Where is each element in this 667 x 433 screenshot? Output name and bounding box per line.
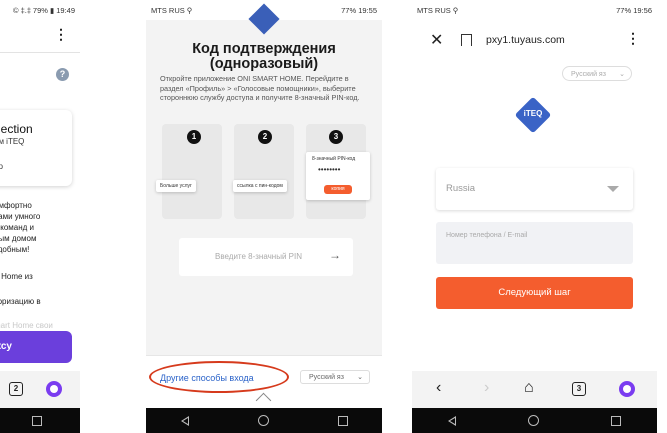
alice-assistant-icon[interactable] xyxy=(46,381,62,397)
card-title: nection xyxy=(0,122,33,136)
language-select[interactable]: Русский яз ⌄ xyxy=(562,66,632,81)
system-nav-bar xyxy=(412,408,657,433)
body-line-auth: торизацию в xyxy=(0,297,41,306)
connection-card: nection ом iTEQ ер xyxy=(0,110,72,186)
back-icon[interactable] xyxy=(448,415,456,426)
bookmark-icon[interactable] xyxy=(461,34,472,46)
step-number: 3 xyxy=(329,130,343,144)
instructions-text: Откройте приложение ONI SMART HOME. Пере… xyxy=(160,74,360,102)
pin-placeholder: Введите 8-значный PIN xyxy=(215,252,302,261)
page-title: Код подтверждения (одноразовый) xyxy=(192,41,336,72)
tab-count: 2 xyxy=(13,384,19,393)
chevron-down-icon: ⌄ xyxy=(619,71,625,78)
recents-icon[interactable] xyxy=(32,415,42,426)
arrow-right-icon[interactable]: → xyxy=(329,248,341,262)
home-icon[interactable] xyxy=(257,415,269,426)
chevron-up-icon[interactable] xyxy=(255,392,272,409)
card-subtitle: ом iTEQ xyxy=(0,137,25,146)
browser-url-bar: ✕ pxy1.tuyaus.com ⋮ xyxy=(412,22,657,58)
phone-email-input[interactable]: Номер телефона / E-mail xyxy=(436,222,633,264)
language-value: Русский яз xyxy=(571,71,606,78)
step3-callout: 8-значный PIN-код •••••••• копия xyxy=(306,152,370,200)
pin-input[interactable]: Введите 8-значный PIN → xyxy=(179,238,353,276)
connect-button[interactable]: ксу xyxy=(0,331,72,363)
help-icon[interactable]: ? xyxy=(56,68,69,81)
status-bar: © ‡.‡ 79% ▮ 19:49 xyxy=(0,0,80,20)
more-menu-icon[interactable]: ⋮ xyxy=(54,26,68,43)
tab-count-button[interactable]: 2 xyxy=(9,382,23,396)
step1-callout: Больше услуг xyxy=(156,180,196,192)
body-line-faded: mart Home свои xyxy=(0,321,53,330)
more-menu-icon[interactable]: ⋮ xyxy=(626,30,640,47)
tab-count: 3 xyxy=(576,384,582,393)
other-login-methods-link[interactable]: Другие способы входа xyxy=(160,373,254,383)
language-select[interactable]: Русский яз ⌄ xyxy=(300,370,370,384)
search-icon: ⚲ xyxy=(186,5,193,15)
back-arrow-icon[interactable]: ‹ xyxy=(436,379,441,397)
body-line-smart-home: rt Home из xyxy=(0,272,33,281)
system-nav-bar xyxy=(146,408,382,433)
carrier-name: MTS RUS xyxy=(151,5,185,15)
iteq-logo: iTEQ xyxy=(514,96,552,134)
body-line: удобным! xyxy=(0,245,30,254)
step2-callout-text: ссылка с пин-кодом xyxy=(237,183,283,189)
browser-bottom-bar: 2 xyxy=(0,371,80,408)
phone-email-placeholder: Номер телефона / E-mail xyxy=(446,232,528,239)
system-nav-bar xyxy=(0,408,80,433)
step2-callout: ссылка с пин-кодом xyxy=(233,180,287,192)
close-icon[interactable]: ✕ xyxy=(430,30,443,50)
home-icon[interactable] xyxy=(528,415,539,426)
browser-bottom-bar: ‹ › ⌂ 3 xyxy=(412,371,657,408)
step-number: 2 xyxy=(258,130,272,144)
carrier-name: MTS RUS xyxy=(417,5,451,15)
country-value: Russia xyxy=(446,183,476,194)
step3-callout-label: 8-значный PIN-код xyxy=(312,156,356,162)
forward-arrow-icon[interactable]: › xyxy=(484,379,489,397)
back-icon[interactable] xyxy=(180,415,189,426)
home-page-icon[interactable]: ⌂ xyxy=(524,379,534,397)
next-step-button[interactable]: Следующий шаг xyxy=(436,277,633,309)
phone-screen-1: © ‡.‡ 79% ▮ 19:49 ⋮ ? nection ом iTEQ ер… xyxy=(0,0,80,433)
body-line: ным домом xyxy=(0,234,37,243)
step1-callout-text: Больше услуг xyxy=(160,183,192,189)
step-number: 1 xyxy=(187,130,201,144)
recents-icon[interactable] xyxy=(611,415,621,426)
step3-copy-button: копия xyxy=(324,185,352,194)
status-right: © ‡.‡ 79% ▮ 19:49 xyxy=(13,5,75,15)
tab-count-button[interactable]: 3 xyxy=(572,382,586,396)
language-value: Русский яз xyxy=(309,374,344,381)
chevron-down-icon: ⌄ xyxy=(357,374,363,381)
card-detail: ер xyxy=(0,162,3,171)
status-right: 77% 19:55 xyxy=(341,5,377,15)
country-select[interactable]: Russia xyxy=(436,168,633,210)
phone-screen-3: MTS RUS ⚲ 77% 19:56 ✕ pxy1.tuyaus.com ⋮ … xyxy=(412,0,657,433)
connect-button-label: ксу xyxy=(0,341,12,352)
alice-assistant-icon[interactable] xyxy=(619,381,635,397)
phone-screen-2: MTS RUS ⚲ 77% 19:55 Код подтверждения (о… xyxy=(146,0,382,433)
body-line: омфортно xyxy=(0,201,32,210)
url-text[interactable]: pxy1.tuyaus.com xyxy=(486,34,565,46)
status-bar: MTS RUS ⚲ 77% 19:56 xyxy=(412,0,657,20)
body-line: х команд и xyxy=(0,223,34,232)
body-line: вами умного xyxy=(0,212,41,221)
dropdown-arrow-icon xyxy=(607,186,619,192)
logo-text: iTEQ xyxy=(523,109,543,118)
recents-icon[interactable] xyxy=(337,415,348,426)
search-icon: ⚲ xyxy=(452,5,459,15)
step3-pin-dots: •••••••• xyxy=(318,165,341,174)
status-right: 77% 19:56 xyxy=(616,5,652,15)
browser-toolbar: ⋮ xyxy=(0,20,80,53)
